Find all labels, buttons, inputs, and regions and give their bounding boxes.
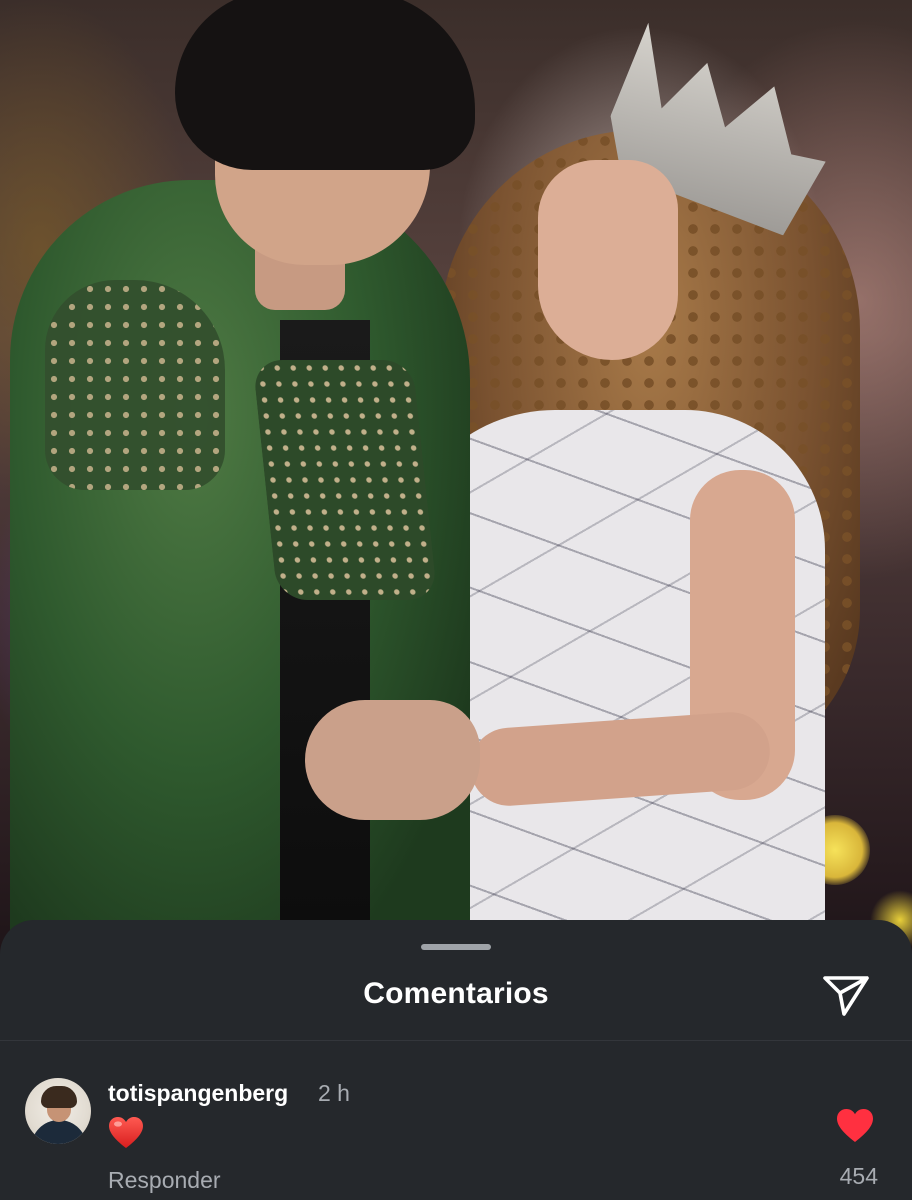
avatar[interactable]	[25, 1078, 91, 1144]
sheet-title: Comentarios	[363, 977, 549, 1010]
sheet-divider	[0, 1040, 912, 1041]
man-hand	[305, 700, 480, 820]
jacket-studs	[45, 280, 225, 490]
comments-sheet: Comentarios totispangenberg 2 h Responde…	[0, 920, 912, 1200]
woman-face	[538, 160, 678, 360]
avatar-hair	[41, 1086, 77, 1108]
red-heart-emoji-icon	[109, 1117, 143, 1148]
like-button[interactable]	[836, 1108, 874, 1144]
avatar-body	[31, 1120, 87, 1144]
like-count: 454	[839, 1163, 878, 1189]
share-button[interactable]	[820, 972, 872, 1018]
reply-button[interactable]: Responder	[108, 1167, 221, 1194]
paper-plane-icon	[823, 976, 869, 1016]
sheet-grabber[interactable]	[421, 944, 491, 950]
comment-text	[108, 1116, 148, 1152]
comment-username[interactable]: totispangenberg	[108, 1080, 288, 1107]
comment-timestamp: 2 h	[318, 1080, 350, 1106]
post-photo[interactable]	[0, 0, 912, 960]
heart-icon	[837, 1109, 873, 1142]
jacket-studs	[252, 360, 438, 600]
man-hair	[175, 0, 475, 170]
